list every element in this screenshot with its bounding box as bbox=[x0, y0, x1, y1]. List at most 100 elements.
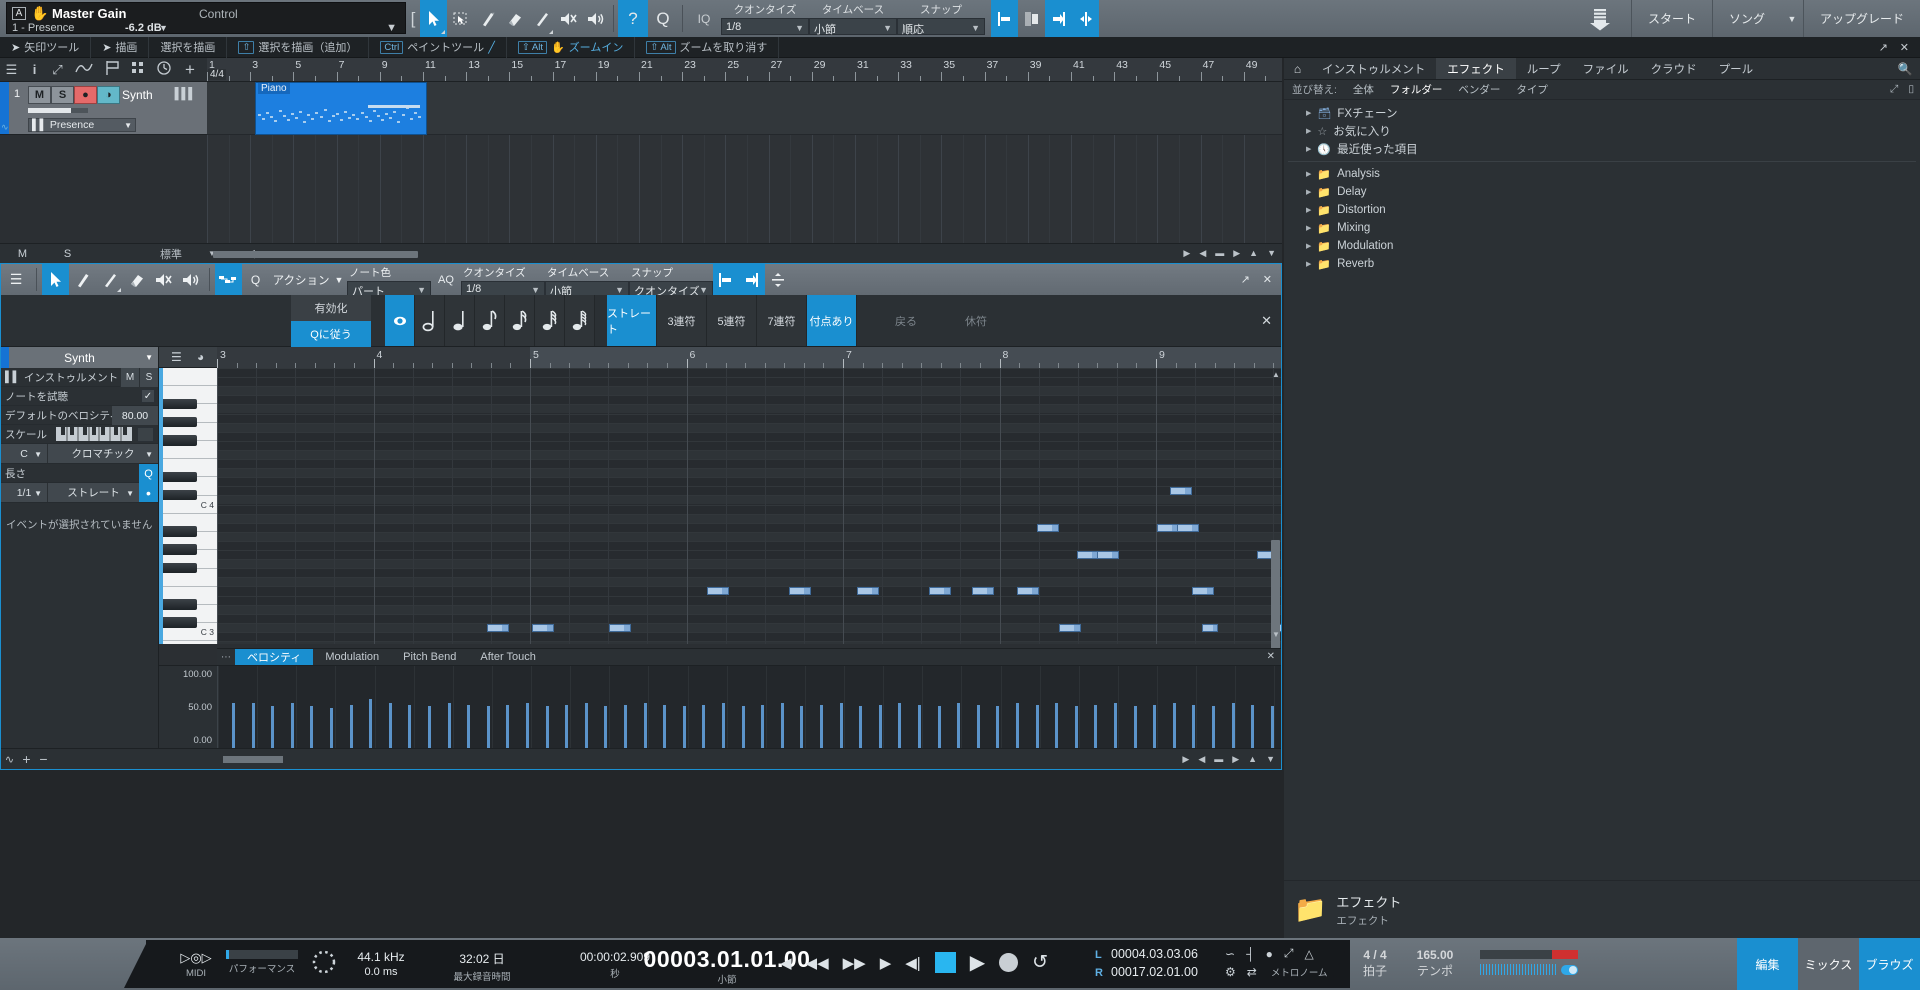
download-icon[interactable] bbox=[1569, 0, 1631, 37]
loop-right-marker[interactable]: R 00017.02.01.00 bbox=[1095, 965, 1198, 979]
drum-icon[interactable]: ◕ bbox=[197, 350, 204, 364]
tab-files[interactable]: ファイル bbox=[1572, 58, 1640, 79]
browser-item-modulation[interactable]: ▶ 📁 Modulation bbox=[1284, 237, 1920, 255]
snap-value[interactable]: 順応 ▼ bbox=[897, 18, 985, 36]
velocity-bar[interactable] bbox=[761, 705, 765, 748]
velocity-canvas[interactable] bbox=[217, 666, 1281, 748]
velocity-bar[interactable] bbox=[349, 705, 353, 748]
velocity-bar[interactable] bbox=[976, 705, 980, 748]
snap-relative-button[interactable] bbox=[1018, 0, 1045, 37]
velocity-bar[interactable] bbox=[1153, 705, 1157, 748]
velocity-bar[interactable] bbox=[663, 705, 667, 748]
rewind-button[interactable]: ◀◀ bbox=[806, 954, 829, 972]
velocity-bar[interactable] bbox=[1094, 705, 1098, 748]
chevron-down-icon[interactable]: ▼ bbox=[1781, 0, 1803, 37]
track-record-button[interactable]: ● bbox=[74, 86, 97, 104]
tab-loops[interactable]: ループ bbox=[1516, 58, 1572, 79]
arrange-canvas[interactable]: Piano bbox=[207, 82, 1282, 243]
close-icon[interactable]: ✕ bbox=[1267, 651, 1275, 662]
return-to-start-button[interactable]: ◀| bbox=[905, 954, 920, 972]
inspector-mute-button[interactable]: M bbox=[120, 368, 139, 387]
midi-note[interactable] bbox=[1059, 623, 1081, 632]
grid-icon[interactable] bbox=[125, 61, 151, 78]
close-icon[interactable]: ✕ bbox=[1263, 273, 1272, 286]
track-monitor-button[interactable]: ◑ bbox=[97, 86, 120, 104]
browse-view-button[interactable]: ブラウズ bbox=[1859, 938, 1920, 990]
detach-icon[interactable]: ↗ bbox=[1879, 41, 1888, 54]
browser-item-reverb[interactable]: ▶ 📁 Reverb bbox=[1284, 255, 1920, 273]
quantize-enable-label[interactable]: 有効化 bbox=[291, 295, 371, 321]
inspector-key-select[interactable]: C ▼ bbox=[1, 444, 48, 463]
zoom-in-icon[interactable]: ▶ bbox=[1233, 248, 1240, 259]
quantize-value[interactable]: 1/8 ▼ bbox=[721, 18, 809, 35]
midi-note[interactable] bbox=[1017, 587, 1039, 596]
velocity-bar[interactable] bbox=[1114, 703, 1117, 748]
automation-curve-icon[interactable]: ∿ bbox=[1, 753, 18, 766]
chevron-right-icon[interactable]: ▶ bbox=[1306, 242, 1311, 250]
tab-cloud[interactable]: クラウド bbox=[1640, 58, 1708, 79]
velocity-bar[interactable] bbox=[271, 706, 275, 748]
velocity-bar[interactable] bbox=[428, 706, 431, 748]
thirtysecond-note-button[interactable] bbox=[535, 295, 565, 346]
velocity-bar[interactable] bbox=[878, 705, 882, 748]
sample-rate-indicator[interactable]: 44.1 kHz 0.0 ms bbox=[348, 950, 414, 978]
split-tool[interactable] bbox=[474, 0, 501, 37]
midi-note[interactable] bbox=[1170, 487, 1192, 496]
whole-note-button[interactable] bbox=[385, 295, 415, 346]
black-key[interactable] bbox=[163, 471, 197, 483]
arrange-track-lane[interactable]: Piano bbox=[207, 82, 1282, 135]
inspector-length-q-badge[interactable]: Q bbox=[139, 464, 158, 483]
velocity-bar[interactable] bbox=[408, 705, 412, 748]
home-icon[interactable]: ⌂ bbox=[1284, 58, 1311, 79]
add-icon[interactable]: + bbox=[177, 60, 203, 80]
velocity-bar[interactable] bbox=[957, 703, 961, 748]
velocity-bar[interactable] bbox=[1270, 706, 1274, 748]
automation-badge[interactable]: A bbox=[12, 7, 26, 20]
help-button[interactable]: ? bbox=[618, 0, 648, 37]
velocity-bar[interactable] bbox=[722, 703, 725, 748]
tab-after-touch[interactable]: After Touch bbox=[468, 649, 547, 665]
chevron-right-icon[interactable]: ▶ bbox=[1306, 260, 1311, 268]
chevron-right-icon[interactable]: ▶ bbox=[1306, 127, 1311, 135]
inspector-audition-checkbox[interactable]: ✓ bbox=[141, 389, 155, 403]
master-volume-knob[interactable] bbox=[1561, 965, 1578, 975]
velocity-bar[interactable] bbox=[682, 706, 686, 748]
timebase-value[interactable]: 小節 ▼ bbox=[809, 18, 897, 36]
range-tool[interactable] bbox=[447, 0, 474, 37]
scroll-right-icon[interactable]: ▶ bbox=[1183, 248, 1190, 259]
iq-label[interactable]: IQ bbox=[687, 0, 721, 37]
midi-note[interactable] bbox=[857, 587, 879, 596]
arrange-ruler[interactable]: 4/4 1 3 5 7 9 11 13 15 17 19 21 23 25 27 29 31 33 35 37 39 4… bbox=[207, 58, 1282, 82]
inspector-length-mode-select[interactable]: ストレート ▼ bbox=[48, 483, 139, 502]
velocity-bar[interactable] bbox=[1192, 705, 1196, 748]
scroll-down-icon[interactable]: ▼ bbox=[1272, 630, 1280, 639]
tab-effects[interactable]: エフェクト bbox=[1436, 58, 1516, 79]
tuplet-triplet-button[interactable]: 3連符 bbox=[657, 295, 707, 346]
view-mode-select[interactable]: 標準 bbox=[160, 246, 182, 262]
tab-modulation[interactable]: Modulation bbox=[313, 649, 391, 665]
midi-note[interactable] bbox=[532, 623, 554, 632]
velocity-bar[interactable] bbox=[447, 703, 451, 748]
track-name[interactable]: Synth bbox=[122, 88, 153, 102]
velocity-bar[interactable] bbox=[486, 706, 490, 748]
eraser-tool[interactable] bbox=[501, 0, 528, 37]
sixteenth-note-button[interactable] bbox=[505, 295, 535, 346]
metronome-setup-icon[interactable]: ⤢ bbox=[1284, 946, 1294, 961]
tuplet-septuplet-button[interactable]: 7連符 bbox=[757, 295, 807, 346]
snap-to-events-button[interactable] bbox=[1045, 0, 1072, 37]
song-button[interactable]: ソング bbox=[1711, 0, 1781, 37]
automation-icon[interactable]: ∿ bbox=[1, 122, 9, 133]
piano-roll-ruler[interactable]: 3 4 5 6 7 8 9 bbox=[217, 347, 1294, 368]
velocity-bar[interactable] bbox=[859, 706, 863, 748]
midi-note[interactable] bbox=[929, 587, 951, 596]
velocity-bar[interactable] bbox=[506, 705, 510, 748]
zoom-vert-icon[interactable]: ▲ bbox=[1248, 754, 1257, 765]
midi-note[interactable] bbox=[972, 587, 994, 596]
tuplet-dotted-button[interactable]: 付点あり bbox=[807, 295, 857, 346]
add-lane-icon[interactable]: + bbox=[18, 751, 35, 767]
half-note-button[interactable] bbox=[415, 295, 445, 346]
gear-icon[interactable]: ⚙ bbox=[1225, 965, 1236, 979]
chevron-right-icon[interactable]: ▶ bbox=[1306, 109, 1311, 117]
chevron-down-icon[interactable]: ▼ bbox=[159, 23, 168, 33]
velocity-bar[interactable] bbox=[702, 705, 706, 748]
